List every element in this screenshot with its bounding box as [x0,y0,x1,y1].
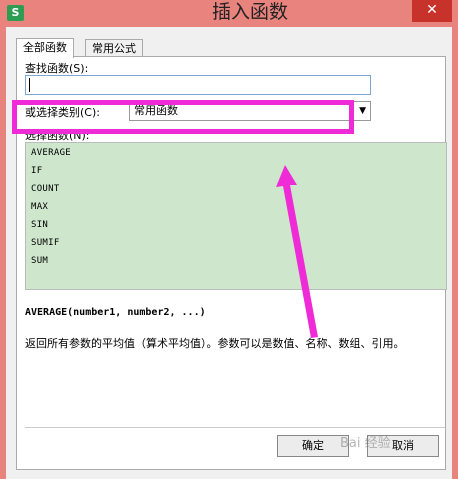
divider [25,427,445,428]
list-item[interactable]: MAX [31,202,48,212]
window-title: 插入函数 [211,1,288,23]
close-button[interactable]: ✕ [412,0,452,22]
list-item[interactable]: SUMIF [31,238,60,248]
ok-button[interactable]: 确定 [277,435,349,457]
function-list[interactable]: AVERAGE IF COUNT MAX SIN SUMIF SUM [25,142,447,290]
text-caret [29,78,30,92]
search-label: 查找函数(S): [25,62,89,75]
list-item[interactable]: SUM [31,256,48,266]
highlight-box [12,100,354,134]
list-item[interactable]: IF [31,166,42,176]
list-item[interactable]: COUNT [31,184,60,194]
function-signature: AVERAGE(number1, number2, ...) [25,307,206,318]
list-item[interactable]: SIN [31,220,48,230]
dialog-client: 全部函数 常用公式 查找函数(S): 或选择类别(C): 常用函数 ▼ 选择函数… [6,27,452,479]
title-bar: S 插入函数 ✕ [0,0,458,27]
app-icon: S [7,5,24,21]
chevron-down-icon[interactable]: ▼ [359,102,366,120]
list-item[interactable]: AVERAGE [31,148,71,158]
watermark: Bai 经验 [340,436,391,451]
search-input[interactable] [25,75,371,95]
window-frame: 全部函数 常用公式 查找函数(S): 或选择类别(C): 常用函数 ▼ 选择函数… [0,27,458,479]
tab-all-functions[interactable]: 全部函数 [16,38,74,58]
function-description: 返回所有参数的平均值（算术平均值）。参数可以是数值、名称、数组、引用。 [25,337,405,350]
